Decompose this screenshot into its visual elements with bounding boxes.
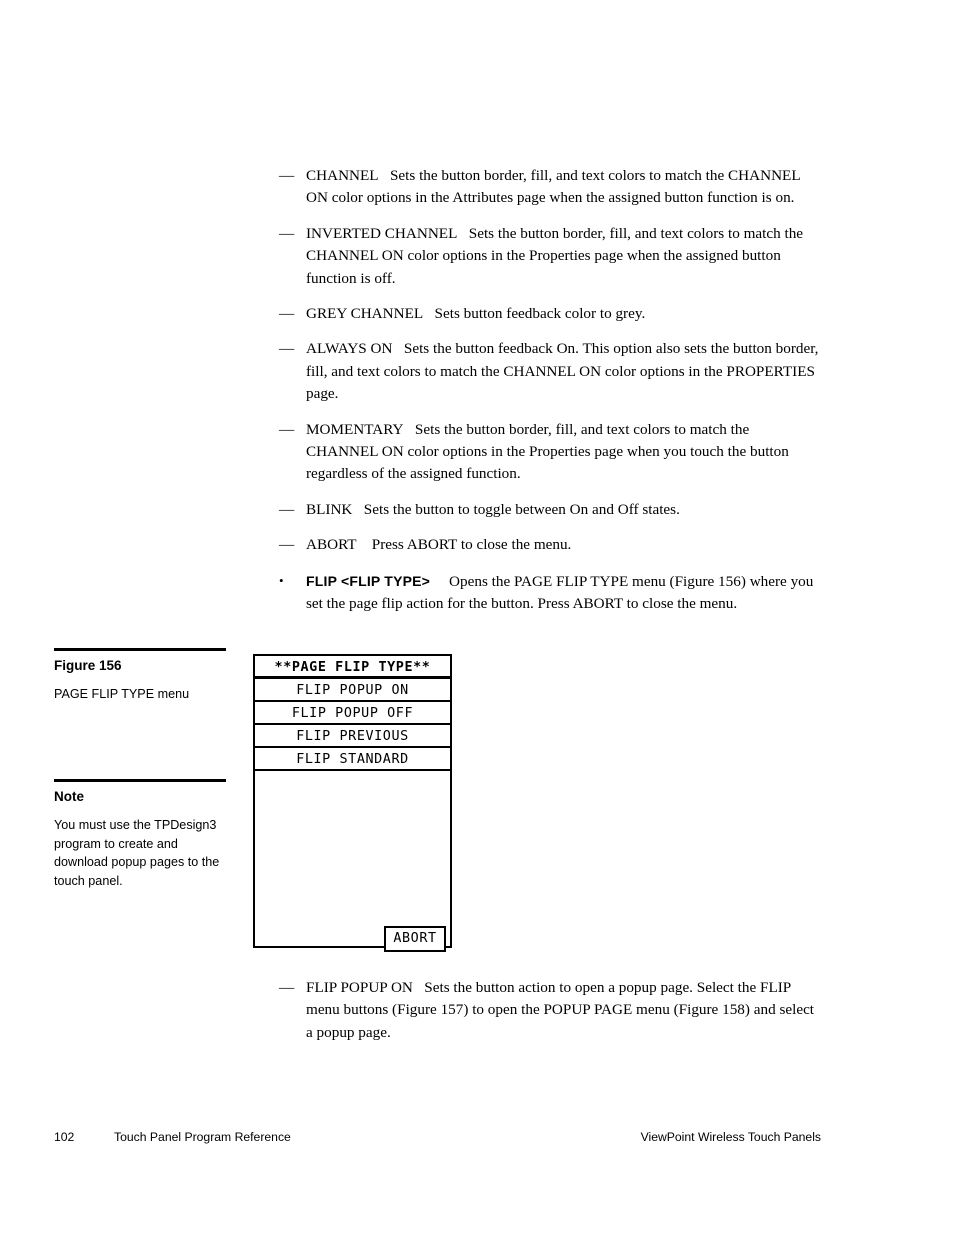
list-term: ALWAYS ON xyxy=(306,340,393,358)
list-item: — MOMENTARY Sets the button border, fill,… xyxy=(279,419,824,486)
list-term: BLINK xyxy=(306,500,353,518)
list-item: — FLIP POPUP ON Sets the button action to… xyxy=(279,977,824,1044)
list-marker-dash: — xyxy=(279,536,295,554)
list-item-flip-type: • FLIP <FLIP TYPE> Opens the PAGE FLIP TY… xyxy=(279,570,824,616)
note-rule xyxy=(54,779,226,782)
note-text: You must use the TPDesign3 program to cr… xyxy=(54,818,220,888)
main-content-upper: — CHANNEL Sets the button border, fill, a… xyxy=(279,165,824,616)
figure-heading: Figure 156 xyxy=(54,658,122,673)
figure-margin-block: Figure 156 PAGE FLIP TYPE menu xyxy=(54,658,226,704)
list-term: INVERTED CHANNEL xyxy=(306,224,458,242)
list-item: — CHANNEL Sets the button border, fill, a… xyxy=(279,165,824,210)
panel-title: **PAGE FLIP TYPE** xyxy=(255,656,450,679)
list-term: GREY CHANNEL xyxy=(306,305,424,323)
footer-page-number: 102 xyxy=(54,1130,75,1144)
list-item: — BLINK Sets the button to toggle between… xyxy=(279,499,824,521)
list-description: Sets the button border, fill, and text c… xyxy=(306,167,801,207)
abort-button[interactable]: ABORT xyxy=(384,926,446,952)
list-description: Press ABORT to close the menu. xyxy=(371,536,572,554)
list-item: — GREY CHANNEL Sets button feedback color… xyxy=(279,303,824,325)
page-footer: 102 Touch Panel Program Reference ViewPo… xyxy=(54,1128,821,1146)
figure-rule xyxy=(54,648,226,651)
list-description: Sets the button to toggle between On and… xyxy=(363,500,680,518)
panel-item-flip-popup-off[interactable]: FLIP POPUP OFF xyxy=(255,702,450,725)
list-marker-dash: — xyxy=(279,979,295,996)
list-term: FLIP POPUP ON xyxy=(306,979,413,996)
list-item: — ALWAYS ON Sets the button feedback On. … xyxy=(279,338,824,405)
list-term: CHANNEL xyxy=(306,167,379,184)
list-marker-dash: — xyxy=(279,340,295,358)
list-marker-dash: — xyxy=(279,500,295,518)
list-marker-bullet: • xyxy=(279,572,284,588)
footer-product-name: ViewPoint Wireless Touch Panels xyxy=(640,1130,821,1144)
list-description: Sets button feedback color to grey. xyxy=(434,305,646,323)
panel-item-flip-popup-on[interactable]: FLIP POPUP ON xyxy=(255,679,450,702)
list-marker-dash: — xyxy=(279,224,295,242)
list-item: — INVERTED CHANNEL Sets the button border… xyxy=(279,223,824,290)
page-flip-type-menu-panel: **PAGE FLIP TYPE** FLIP POPUP ON FLIP PO… xyxy=(253,654,452,952)
main-content-lower: — FLIP POPUP ON Sets the button action to… xyxy=(279,977,824,1044)
panel-item-flip-previous[interactable]: FLIP PREVIOUS xyxy=(255,725,450,748)
list-term: MOMENTARY xyxy=(306,420,404,438)
note-heading: Note xyxy=(54,789,84,804)
list-marker-dash: — xyxy=(279,305,295,323)
footer-document-title: Touch Panel Program Reference xyxy=(114,1130,291,1144)
panel-empty-area: ABORT xyxy=(255,771,450,957)
list-marker-dash: — xyxy=(279,420,295,438)
list-term: ABORT xyxy=(306,536,357,554)
figure-caption: PAGE FLIP TYPE menu xyxy=(54,687,190,701)
panel-item-flip-standard[interactable]: FLIP STANDARD xyxy=(255,748,450,771)
list-marker-dash: — xyxy=(279,167,295,184)
note-margin-block: Note You must use the TPDesign3 program … xyxy=(54,789,226,890)
list-term-bold: FLIP <FLIP TYPE> xyxy=(306,572,431,589)
list-item: — ABORT Press ABORT to close the menu. xyxy=(279,534,824,556)
